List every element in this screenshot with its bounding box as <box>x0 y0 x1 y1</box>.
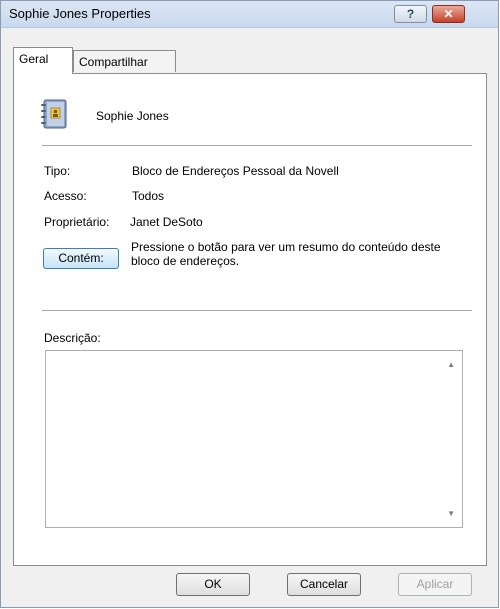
contains-button[interactable]: Contém: <box>43 248 119 269</box>
divider <box>42 310 472 311</box>
apply-button[interactable]: Aplicar <box>398 573 472 596</box>
cancel-button[interactable]: Cancelar <box>287 573 361 596</box>
access-value: Todos <box>132 189 165 203</box>
owner-label: Proprietário: <box>44 215 110 229</box>
close-icon: ✕ <box>443 7 454 21</box>
access-label: Acesso: <box>44 189 87 203</box>
tab-geral[interactable]: Geral <box>13 47 73 74</box>
scroll-down-icon[interactable]: ▼ <box>447 509 455 518</box>
window-title: Sophie Jones Properties <box>9 6 151 21</box>
description-textarea[interactable]: ▲ ▼ <box>45 350 463 528</box>
close-button[interactable]: ✕ <box>432 5 465 23</box>
address-book-icon <box>41 99 67 129</box>
description-label: Descrição: <box>44 331 101 345</box>
type-label: Tipo: <box>44 164 71 178</box>
help-button[interactable]: ? <box>394 5 427 23</box>
tab-compartilhar[interactable]: Compartilhar <box>73 50 176 72</box>
properties-dialog: Sophie Jones Properties ? ✕ Geral Compar… <box>0 0 499 608</box>
ok-button[interactable]: OK <box>176 573 250 596</box>
divider <box>42 145 472 146</box>
type-value: Bloco de Endereços Pessoal da Novell <box>132 164 339 178</box>
scroll-up-icon[interactable]: ▲ <box>447 360 455 369</box>
general-tab-panel: Sophie Jones Tipo: Bloco de Endereços Pe… <box>13 73 487 566</box>
contains-description: Pressione o botão para ver um resumo do … <box>131 240 441 268</box>
book-name: Sophie Jones <box>96 109 169 123</box>
title-bar[interactable]: Sophie Jones Properties ? ✕ <box>1 1 498 28</box>
owner-value: Janet DeSoto <box>130 215 203 229</box>
